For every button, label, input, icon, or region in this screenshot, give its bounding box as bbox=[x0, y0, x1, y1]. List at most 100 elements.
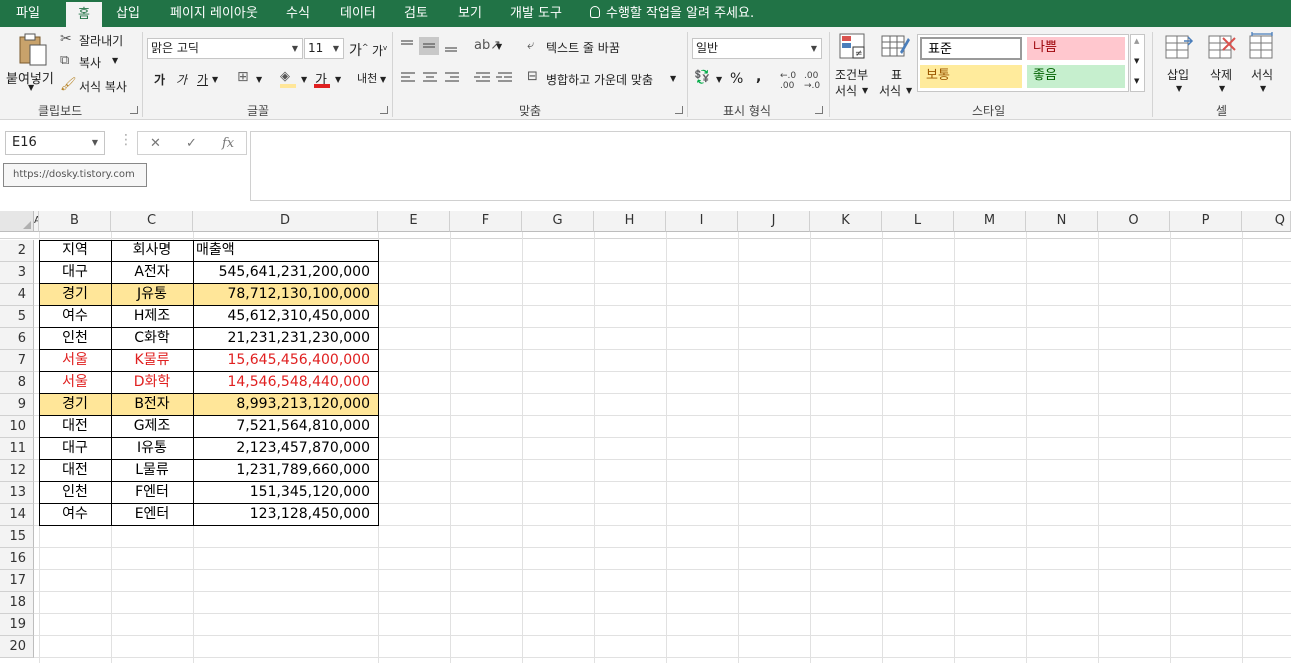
tab-data[interactable]: 데이터 bbox=[332, 0, 384, 27]
cell-region[interactable]: 대전 bbox=[39, 460, 111, 482]
borders-icon[interactable]: ⊞ bbox=[237, 69, 249, 85]
format-painter-button[interactable]: 🖌 서식 복사 bbox=[60, 77, 140, 95]
select-all-button[interactable] bbox=[0, 211, 34, 232]
cell-sales[interactable]: 21,231,231,230,000 bbox=[193, 328, 378, 350]
table-header-sales[interactable]: 매출액 bbox=[193, 240, 378, 262]
cell-region[interactable]: 인천 bbox=[39, 328, 111, 350]
phonetic-button[interactable]: 내천 bbox=[357, 70, 377, 86]
cell-region[interactable]: 대전 bbox=[39, 416, 111, 438]
cell-sales[interactable]: 45,612,310,450,000 bbox=[193, 306, 378, 328]
cell-sales[interactable]: 15,645,456,400,000 bbox=[193, 350, 378, 372]
column-header-i[interactable]: I bbox=[666, 211, 738, 232]
cell-sales[interactable]: 151,345,120,000 bbox=[193, 482, 378, 504]
column-header-c[interactable]: C bbox=[111, 211, 193, 232]
format-cells-button[interactable]: 서식 ▼ bbox=[1247, 32, 1281, 100]
chevron-down-icon[interactable]: ▼ bbox=[1134, 57, 1139, 65]
table-header-company[interactable]: 회사명 bbox=[111, 240, 193, 262]
tab-view[interactable]: 보기 bbox=[450, 0, 490, 27]
cell-sales[interactable]: 8,993,213,120,000 bbox=[193, 394, 378, 416]
row-header[interactable]: 10 bbox=[0, 416, 34, 438]
fill-color-button[interactable]: ◈ ▼ bbox=[280, 69, 310, 91]
chevron-up-icon[interactable]: ▲ bbox=[1134, 37, 1139, 45]
tab-insert[interactable]: 삽입 bbox=[108, 0, 148, 27]
tab-file[interactable]: 파일 bbox=[8, 0, 48, 27]
cell-company[interactable]: G제조 bbox=[111, 416, 193, 438]
column-header-b[interactable]: B bbox=[39, 211, 111, 232]
font-color-button[interactable]: 가 ▼ bbox=[314, 69, 344, 91]
row-header[interactable]: 16 bbox=[0, 548, 34, 570]
column-header-g[interactable]: G bbox=[522, 211, 594, 232]
currency-icon[interactable]: 💱 bbox=[694, 70, 710, 85]
cell-region[interactable]: 경기 bbox=[39, 394, 111, 416]
cell-sales[interactable]: 2,123,457,870,000 bbox=[193, 438, 378, 460]
cell-sales[interactable]: 1,231,789,660,000 bbox=[193, 460, 378, 482]
row-header[interactable]: 11 bbox=[0, 438, 34, 460]
row-header[interactable]: 20 bbox=[0, 636, 34, 658]
cell-region[interactable]: 대구 bbox=[39, 438, 111, 460]
cell-sales[interactable]: 78,712,130,100,000 bbox=[193, 284, 378, 306]
chevron-down-icon[interactable]: ▼ bbox=[212, 75, 218, 84]
row-header[interactable]: 9 bbox=[0, 394, 34, 416]
column-header-d[interactable]: D bbox=[193, 211, 378, 232]
cell-region[interactable]: 여수 bbox=[39, 504, 111, 526]
column-header-e[interactable]: E bbox=[378, 211, 450, 232]
row-header[interactable]: 4 bbox=[0, 284, 34, 306]
row-header[interactable]: 2 bbox=[0, 240, 34, 262]
number-format-select[interactable]: 일반 ▼ bbox=[692, 38, 822, 59]
cell-sales[interactable]: 123,128,450,000 bbox=[193, 504, 378, 526]
cell-company[interactable]: A전자 bbox=[111, 262, 193, 284]
cell-region[interactable]: 서울 bbox=[39, 350, 111, 372]
column-header-q[interactable]: Q bbox=[1242, 211, 1291, 232]
bold-button[interactable]: 가 bbox=[154, 71, 165, 88]
column-header-p[interactable]: P bbox=[1170, 211, 1242, 232]
tab-page-layout[interactable]: 페이지 레이아웃 bbox=[162, 0, 266, 27]
format-as-table-button[interactable]: 표 서식 ▼ bbox=[878, 32, 914, 100]
shrink-font-button[interactable]: 가v bbox=[372, 42, 387, 59]
cell-sales[interactable]: 545,641,231,200,000 bbox=[193, 262, 378, 284]
cell-region[interactable]: 경기 bbox=[39, 284, 111, 306]
cell-region[interactable]: 인천 bbox=[39, 482, 111, 504]
number-launcher-icon[interactable] bbox=[815, 106, 823, 114]
font-launcher-icon[interactable] bbox=[380, 106, 388, 114]
chevron-down-icon[interactable]: ▼ bbox=[380, 75, 386, 84]
cut-button[interactable]: ✂ 잘라내기 bbox=[60, 31, 140, 49]
style-bad[interactable]: 나쁨 bbox=[1027, 37, 1125, 60]
italic-button[interactable]: 가 bbox=[176, 71, 187, 88]
row-header[interactable]: 18 bbox=[0, 592, 34, 614]
column-header-j[interactable]: J bbox=[738, 211, 810, 232]
row-header[interactable]: 14 bbox=[0, 504, 34, 526]
chevron-down-icon[interactable]: ▼ bbox=[256, 75, 262, 84]
row-header[interactable]: 5 bbox=[0, 306, 34, 328]
decrease-decimal-icon[interactable]: .00 →.0 bbox=[804, 71, 820, 91]
cell-region[interactable]: 서울 bbox=[39, 372, 111, 394]
enter-check-icon[interactable]: ✓ bbox=[186, 136, 197, 151]
insert-function-button[interactable]: fx bbox=[222, 136, 234, 151]
comma-button[interactable]: , bbox=[756, 69, 761, 85]
column-header-n[interactable]: N bbox=[1026, 211, 1098, 232]
cell-company[interactable]: C화학 bbox=[111, 328, 193, 350]
formula-input[interactable] bbox=[250, 131, 1291, 201]
worksheet-grid[interactable]: A B C D E F G H I J K L M N O P Q 2 3 4 … bbox=[0, 211, 1291, 663]
cell-company[interactable]: J유통 bbox=[111, 284, 193, 306]
cancel-icon[interactable]: ✕ bbox=[150, 136, 161, 151]
row-header[interactable]: 7 bbox=[0, 350, 34, 372]
row-header[interactable]: 15 bbox=[0, 526, 34, 548]
column-header-h[interactable]: H bbox=[594, 211, 666, 232]
cell-company[interactable]: I유통 bbox=[111, 438, 193, 460]
tab-developer[interactable]: 개발 도구 bbox=[502, 0, 570, 27]
tab-review[interactable]: 검토 bbox=[396, 0, 436, 27]
cell-sales[interactable]: 14,546,548,440,000 bbox=[193, 372, 378, 394]
style-gallery-scrollbar[interactable]: ▲ ▼ ▼ bbox=[1130, 34, 1145, 92]
grow-font-button[interactable]: 가^ bbox=[349, 40, 369, 60]
font-name-select[interactable]: 맑은 고딕 ▼ bbox=[147, 38, 303, 59]
row-header[interactable]: 3 bbox=[0, 262, 34, 284]
wrap-text-button[interactable]: ⤶ 텍스트 줄 바꿈 bbox=[527, 38, 637, 56]
column-header-m[interactable]: M bbox=[954, 211, 1026, 232]
name-box[interactable]: E16 ▼ bbox=[5, 131, 105, 155]
table-header-region[interactable]: 지역 bbox=[39, 240, 111, 262]
delete-cells-button[interactable]: 삭제 ▼ bbox=[1206, 32, 1240, 100]
style-normal[interactable]: 표준 bbox=[920, 37, 1022, 60]
cell-company[interactable]: L물류 bbox=[111, 460, 193, 482]
cell-company[interactable]: B전자 bbox=[111, 394, 193, 416]
row-header[interactable]: 8 bbox=[0, 372, 34, 394]
